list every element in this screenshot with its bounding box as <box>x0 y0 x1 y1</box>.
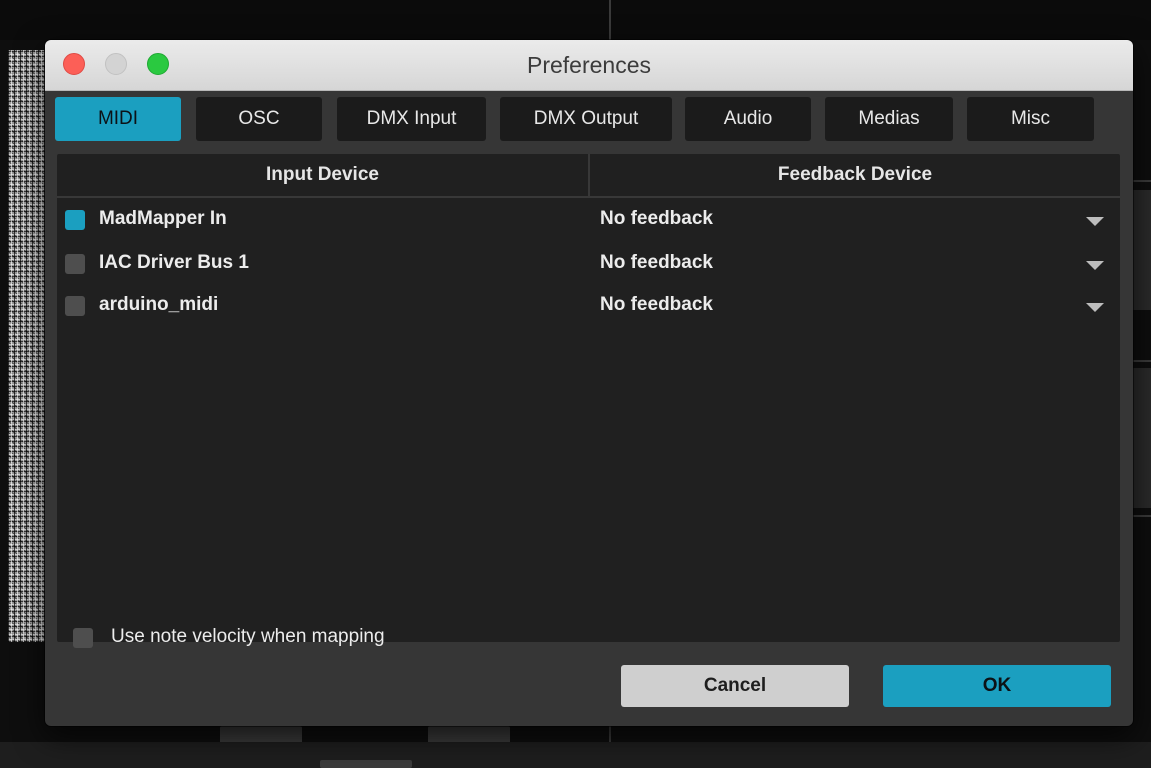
screen: Preferences MIDI OSC DMX Input DMX Outpu… <box>0 0 1151 768</box>
tab-audio[interactable]: Audio <box>685 97 811 141</box>
device-enable-checkbox[interactable] <box>65 210 85 230</box>
caret-down-icon <box>1086 217 1104 226</box>
device-name: IAC Driver Bus 1 <box>99 252 249 273</box>
noise-texture-thumbnail <box>8 50 48 642</box>
window-title: Preferences <box>526 52 651 78</box>
background-divider <box>1133 515 1151 517</box>
feedback-dropdown[interactable]: No feedback <box>588 244 1120 284</box>
device-enable-checkbox[interactable] <box>65 254 85 274</box>
input-device-header: Input Device <box>57 154 588 198</box>
feedback-dropdown[interactable]: No feedback <box>588 200 1120 240</box>
device-row: IAC Driver Bus 1 No feedback <box>57 244 1120 284</box>
caret-down-icon <box>1086 261 1104 270</box>
feedback-dropdown[interactable]: No feedback <box>588 286 1120 326</box>
background-side-panel <box>1133 190 1151 310</box>
tab-dmx-input[interactable]: DMX Input <box>337 97 486 141</box>
tab-dmx-output[interactable]: DMX Output <box>500 97 672 141</box>
feedback-device-header: Feedback Device <box>590 154 1120 198</box>
tab-misc[interactable]: Misc <box>967 97 1094 141</box>
device-row: arduino_midi No feedback <box>57 286 1120 326</box>
device-enable-checkbox[interactable] <box>65 296 85 316</box>
note-velocity-checkbox[interactable] <box>73 628 93 648</box>
midi-devices-panel: Input Device Feedback Device MadMapper I… <box>57 154 1120 648</box>
tab-midi[interactable]: MIDI <box>55 97 181 141</box>
title-bar: Preferences <box>45 40 1133 91</box>
background-tab <box>320 760 412 768</box>
feedback-value: No feedback <box>600 294 713 315</box>
background-divider <box>1133 180 1151 182</box>
background-app-bottom <box>0 742 1151 768</box>
feedback-value: No feedback <box>600 208 713 229</box>
note-velocity-label: Use note velocity when mapping <box>111 626 385 647</box>
feedback-value: No feedback <box>600 252 713 273</box>
device-name: MadMapper In <box>99 208 227 229</box>
cancel-button[interactable]: Cancel <box>621 665 849 707</box>
ok-button[interactable]: OK <box>883 665 1111 707</box>
device-name: arduino_midi <box>99 294 219 315</box>
tab-osc[interactable]: OSC <box>196 97 322 141</box>
caret-down-icon <box>1086 303 1104 312</box>
preferences-dialog: Preferences MIDI OSC DMX Input DMX Outpu… <box>45 40 1133 726</box>
background-side-panel <box>1133 368 1151 508</box>
tab-medias[interactable]: Medias <box>825 97 953 141</box>
background-app-top <box>0 0 1151 40</box>
background-divider <box>1133 360 1151 362</box>
device-row: MadMapper In No feedback <box>57 200 1120 240</box>
